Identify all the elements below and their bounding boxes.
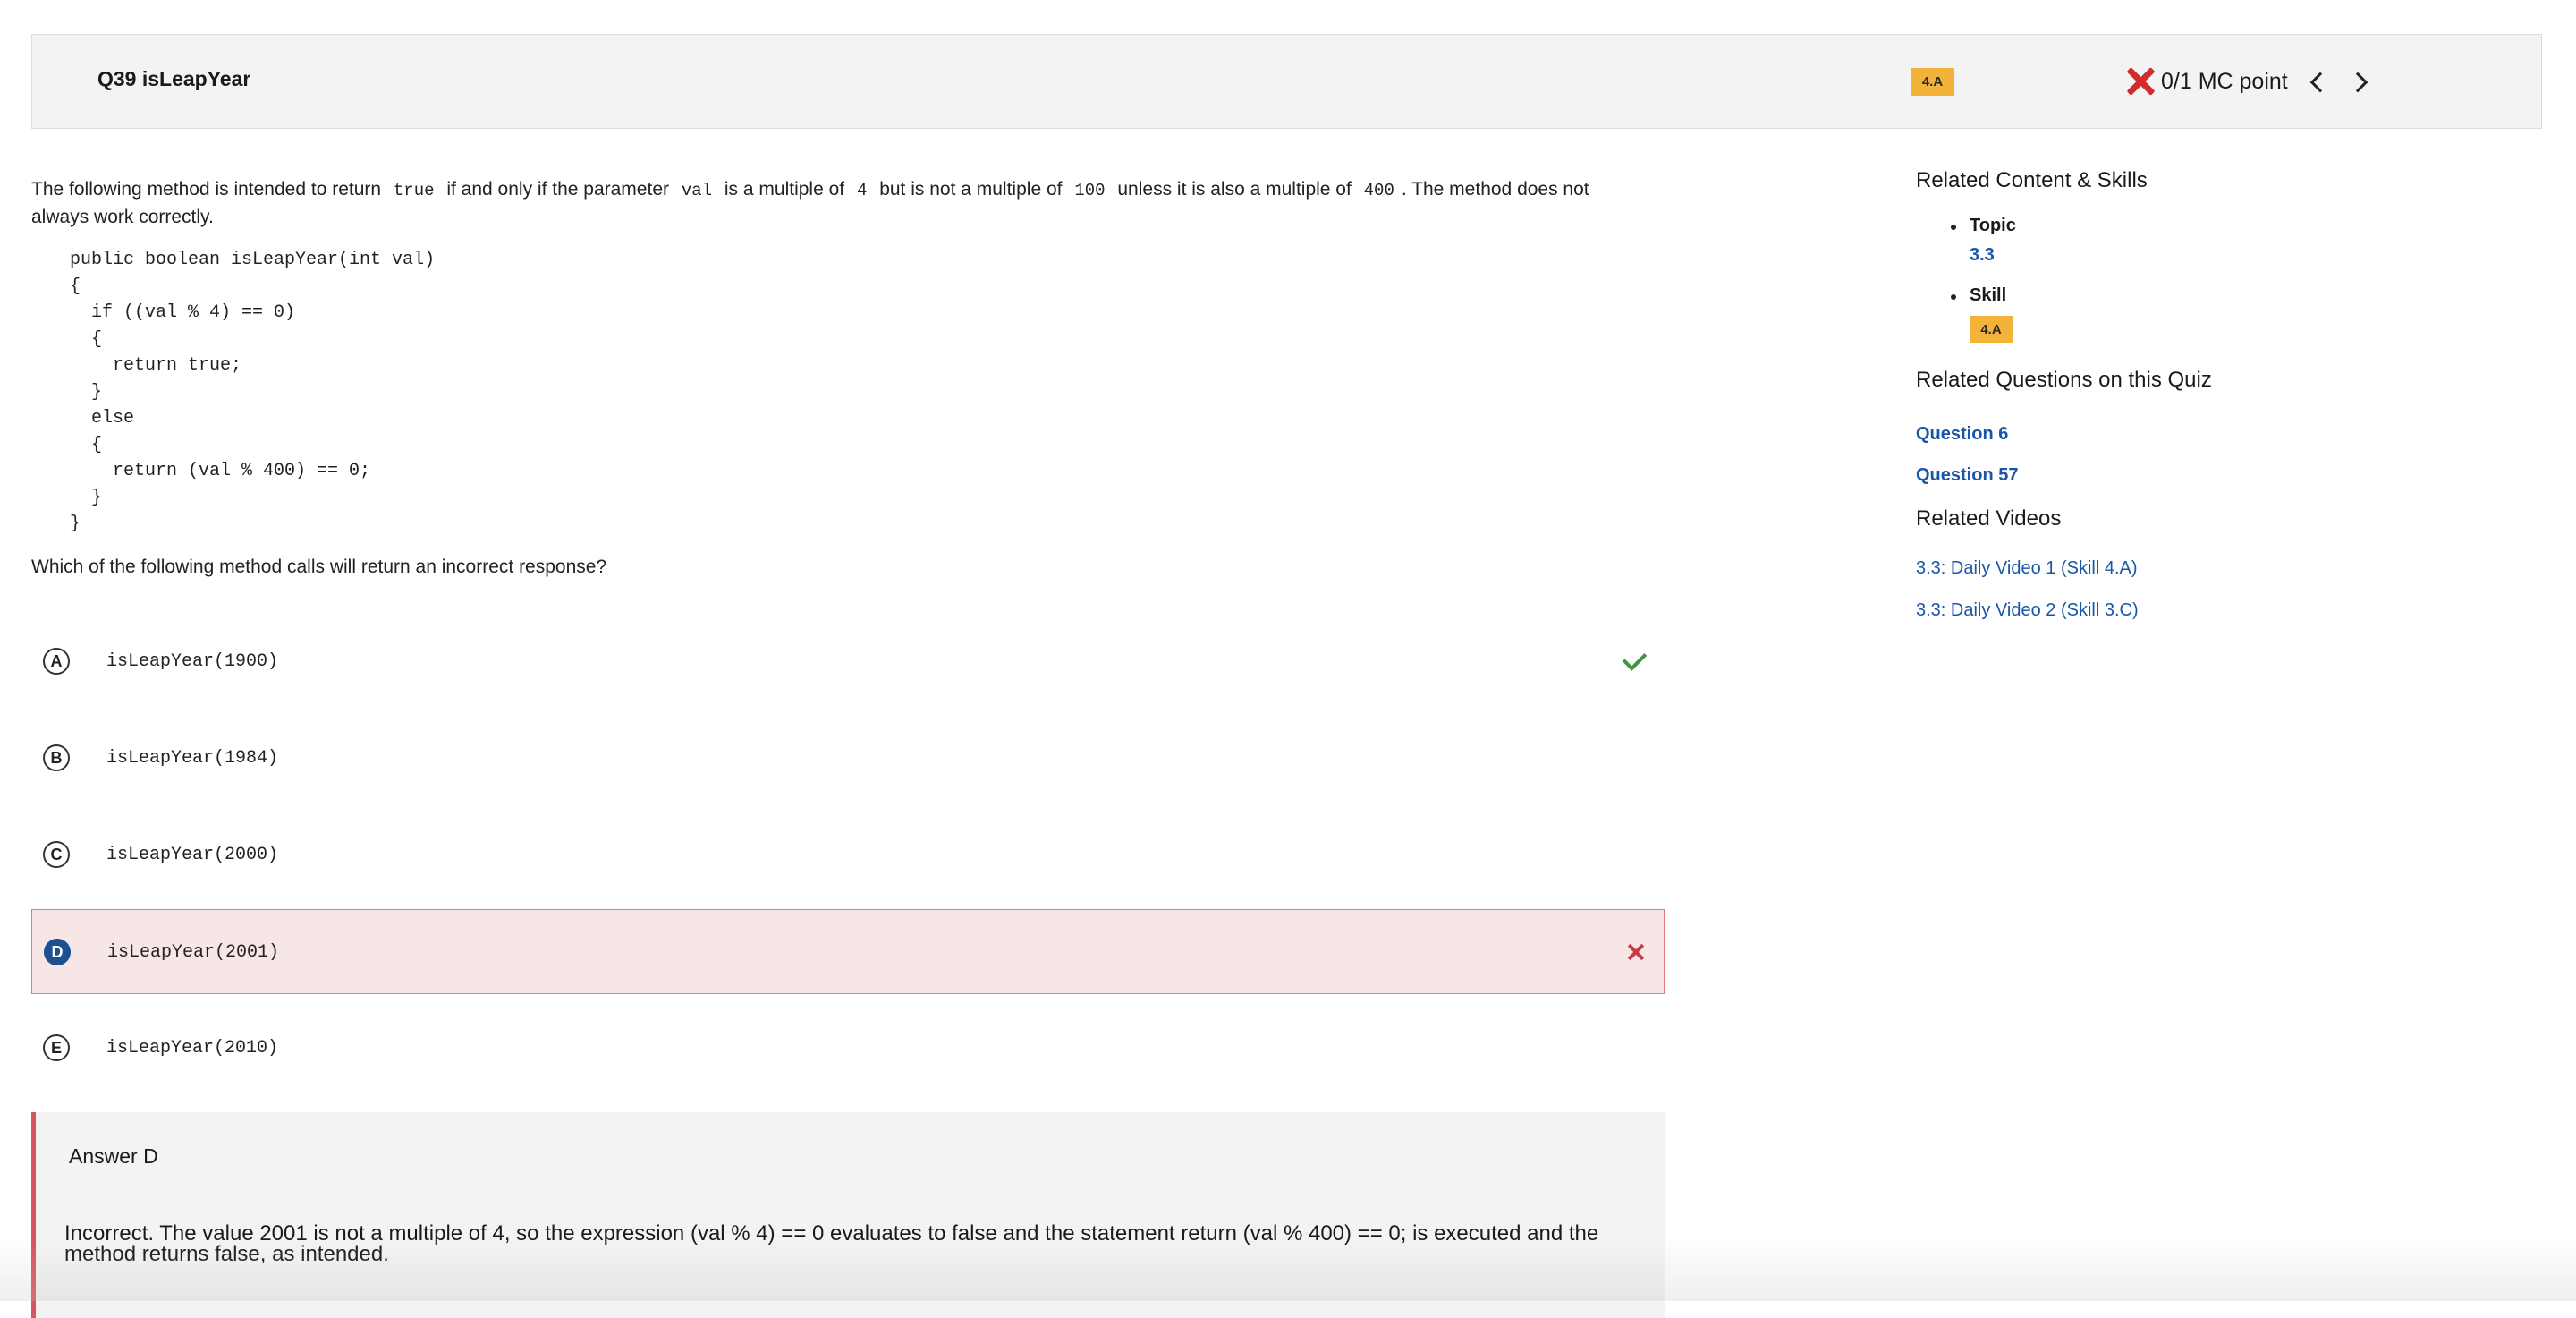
- choice-letter: C: [43, 841, 70, 868]
- question-link[interactable]: Question 57: [1916, 465, 2018, 486]
- score-text: 0/1 MC point: [2161, 68, 2288, 94]
- choice-b[interactable]: B isLeapYear(1984): [31, 716, 1665, 801]
- choice-e[interactable]: E isLeapYear(2010): [31, 1006, 1665, 1091]
- choice-letter: A: [43, 648, 70, 675]
- video-link[interactable]: 3.3: Daily Video 1 (Skill 4.A): [1916, 558, 2138, 579]
- related-questions-heading: Related Questions on this Quiz: [1916, 368, 2212, 392]
- answer-title: Answer D: [69, 1144, 158, 1168]
- question-prompt: The following method is intended to retu…: [31, 176, 1632, 231]
- inline-code: 4: [856, 181, 868, 200]
- skill-badge: 4.A: [1911, 68, 1954, 96]
- inline-code: 400: [1363, 181, 1394, 200]
- skill-badge: 4.A: [1970, 316, 2012, 343]
- x-mark-icon: [1627, 943, 1645, 961]
- prompt-text: is a multiple of: [719, 179, 850, 200]
- choice-code: isLeapYear(2010): [106, 1038, 279, 1059]
- choice-code: isLeapYear(2000): [106, 845, 279, 865]
- choice-code: isLeapYear(1900): [106, 651, 279, 672]
- choice-letter: E: [43, 1034, 70, 1061]
- question-text: Which of the following method calls will…: [31, 557, 607, 577]
- choice-d-selected[interactable]: D isLeapYear(2001): [31, 909, 1665, 994]
- topic-label: Topic: [1970, 216, 2016, 235]
- question-header: Q39 isLeapYear 4.A 0/1 MC point: [31, 34, 2542, 129]
- checkmark-icon: [1622, 646, 1648, 671]
- bullet: [1951, 225, 1956, 230]
- bullet: [1951, 294, 1956, 300]
- score-display: 0/1 MC point: [2125, 59, 2288, 104]
- choice-letter: B: [43, 744, 70, 771]
- answer-text: Incorrect. The value 2001 is not a multi…: [64, 1221, 1599, 1266]
- related-content-heading: Related Content & Skills: [1916, 168, 2148, 192]
- inline-code: 100: [1074, 181, 1106, 200]
- inline-code: true: [393, 181, 435, 200]
- question-link[interactable]: Question 6: [1916, 424, 2008, 445]
- chevron-left-icon[interactable]: [2302, 65, 2334, 98]
- choice-letter: D: [44, 939, 71, 965]
- inline-code: val: [681, 181, 713, 200]
- topic-link[interactable]: 3.3: [1970, 245, 1995, 266]
- chevron-right-icon[interactable]: [2343, 65, 2376, 98]
- choice-c[interactable]: C isLeapYear(2000): [31, 812, 1665, 897]
- prompt-text: if and only if the parameter: [441, 179, 674, 200]
- video-link[interactable]: 3.3: Daily Video 2 (Skill 3.C): [1916, 600, 2139, 621]
- skill-label: Skill: [1970, 285, 2007, 305]
- choice-code: isLeapYear(2001): [107, 942, 280, 963]
- code-block: public boolean isLeapYear(int val) { if …: [70, 250, 436, 534]
- prompt-text: but is not a multiple of: [874, 179, 1068, 200]
- choice-a[interactable]: A isLeapYear(1900): [31, 619, 1665, 704]
- choice-code: isLeapYear(1984): [106, 748, 279, 769]
- question-title: Q39 isLeapYear: [97, 67, 251, 90]
- answer-explanation: Answer D Incorrect. The value 2001 is no…: [31, 1112, 1665, 1318]
- x-mark-icon: [2125, 66, 2156, 97]
- related-videos-heading: Related Videos: [1916, 506, 2062, 531]
- prompt-text: unless it is also a multiple of: [1112, 179, 1357, 200]
- prompt-text: The following method is intended to retu…: [31, 179, 386, 200]
